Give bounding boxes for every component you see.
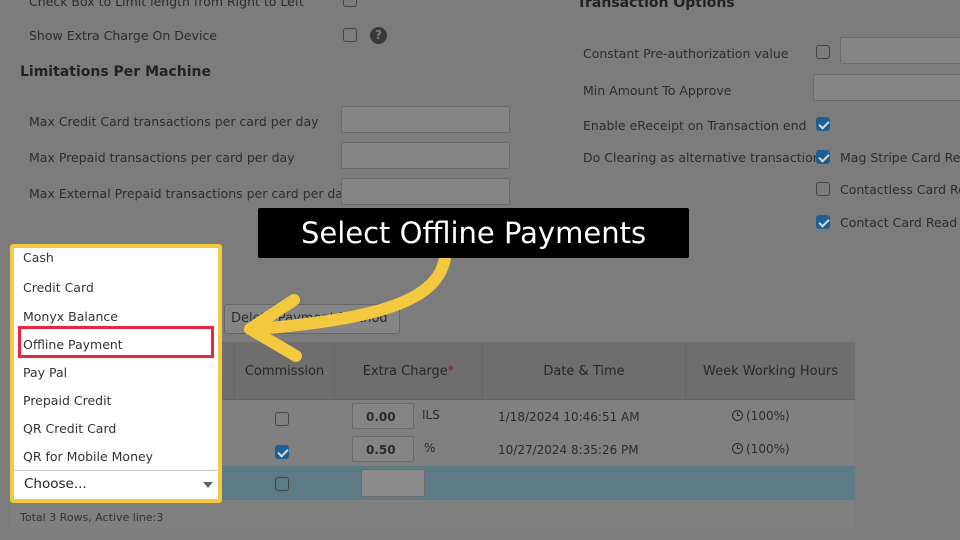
arrow-icon <box>244 252 451 362</box>
instruction-banner: Select Offline Payments <box>258 208 689 258</box>
